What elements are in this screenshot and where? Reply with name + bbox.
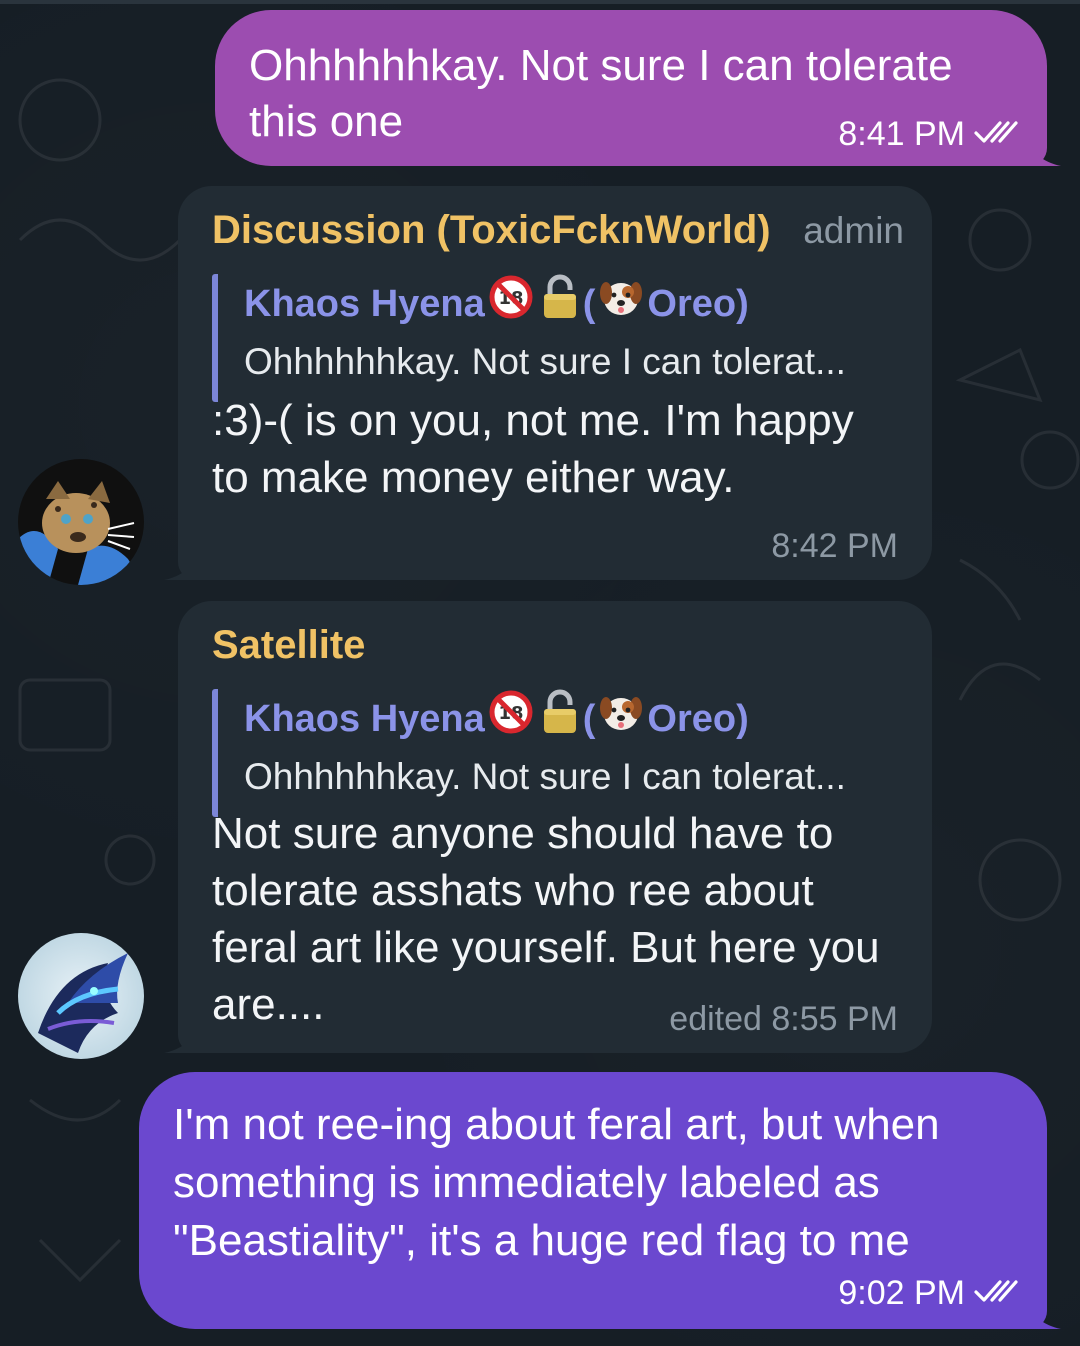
reply-author-paren: ( [582,283,596,325]
reply-author-name: Khaos Hyena [244,698,485,740]
outgoing-message[interactable]: Ohhhhhhkay. Not sure I can tolerate this… [215,10,1061,166]
admin-badge: admin [803,210,904,251]
message-text: Not sure anyone should have to tolerate … [212,809,880,1029]
reply-preview-text: Ohhhhhhkay. Not sure I can tolerat... [244,756,846,797]
reply-quote[interactable]: Khaos Hyena 18 ( [212,274,902,402]
message-meta: 8:41 PM [838,115,1021,154]
message-time: 8:41 PM [838,115,965,153]
bubble-tail [164,552,196,580]
message-time: 9:02 PM [838,1274,965,1312]
sender-name[interactable]: Discussion (ToxicFcknWorld) [212,208,771,253]
reply-author-name: Khaos Hyena [244,283,485,325]
reply-author-secondary: Oreo) [647,698,749,740]
reply-quote[interactable]: Khaos Hyena 18 ( [212,689,902,817]
bubble-tail [164,1025,196,1053]
lock-icon [541,689,579,749]
message-time: 8:42 PM [771,527,898,565]
incoming-message[interactable]: Discussion (ToxicFcknWorld) admin Khaos … [164,186,932,580]
no-one-under-18-icon: 18 [489,275,533,333]
bubble-tail [1029,1301,1061,1329]
no-one-under-18-icon: 18 [489,690,533,748]
reply-author-paren: ( [582,698,596,740]
message-text: I'm not ree-ing about feral art, but whe… [173,1100,940,1265]
message-text: :3)-( is on you, not me. I'm happy to ma… [212,396,854,502]
outgoing-message[interactable]: I'm not ree-ing about feral art, but whe… [139,1072,1061,1329]
sender-avatar[interactable] [18,459,144,585]
hyena-avatar-image [18,459,144,585]
dog-face-icon [599,275,643,333]
top-divider [0,0,1080,4]
message-time: edited 8:55 PM [669,1000,898,1038]
reply-author: Khaos Hyena 18 ( [244,274,902,334]
incoming-message[interactable]: Satellite Khaos Hyena 18 ( [164,601,932,1053]
sender-name[interactable]: Satellite [212,623,365,668]
double-check-icon [973,1274,1021,1313]
lock-icon [541,274,579,334]
reply-author-secondary: Oreo) [647,283,749,325]
message-meta: 9:02 PM [838,1274,1021,1313]
double-check-icon [973,115,1021,154]
dog-face-icon [599,690,643,748]
reply-author: Khaos Hyena 18 ( [244,689,902,749]
dragon-avatar-image [18,933,144,1059]
reply-preview-text: Ohhhhhhkay. Not sure I can tolerat... [244,341,846,382]
sender-avatar[interactable] [18,933,144,1059]
bubble-tail [1029,138,1061,166]
